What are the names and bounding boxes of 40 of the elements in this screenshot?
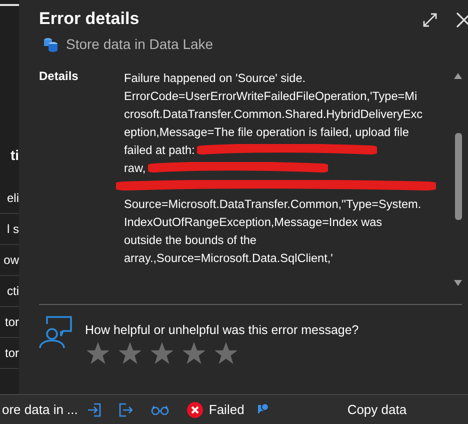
star[interactable]	[213, 341, 239, 365]
star[interactable]	[85, 341, 111, 365]
dialog-subtitle: Store data in Data Lake	[66, 36, 214, 52]
list-item-text: eli	[6, 190, 19, 207]
error-text-line: IndexOutOfRangeException,Message=Index was	[124, 214, 382, 231]
error-text-line: Source=Microsoft.DataTransfer.Common,''Type=System.	[124, 196, 422, 213]
status-text: Failed	[208, 402, 244, 418]
feedback-question: How helpful or unhelpful was this error message?	[85, 323, 359, 337]
scroll-down-icon[interactable]	[454, 280, 462, 286]
details-label: Details	[39, 69, 80, 85]
error-text-line: raw,	[124, 160, 146, 177]
output-icon[interactable]	[118, 402, 133, 417]
close-icon[interactable]	[456, 12, 468, 28]
error-text-line: array.,Source=Microsoft.Data.SqlClient,'	[124, 250, 333, 267]
error-text-line: eption,Message=The file operation is failed, upload file	[124, 124, 409, 141]
feedback-person-icon	[39, 315, 73, 349]
list-item-text: ti	[10, 147, 19, 165]
database-icon	[43, 36, 58, 52]
activity-name: ore data in ...	[2, 402, 78, 418]
list-item-text: cti	[7, 283, 19, 300]
error-text-line: crosoft.DataTransfer.Common.Shared.HybridDeliveryExc	[124, 106, 423, 123]
error-text-line: Failure happened on 'Source' side.	[124, 70, 306, 87]
glasses-icon[interactable]	[150, 404, 169, 415]
expand-icon[interactable]	[422, 12, 438, 28]
error-icon	[186, 402, 203, 418]
error-text-line: outside the bounds of the	[124, 232, 256, 249]
star[interactable]	[117, 341, 143, 365]
star[interactable]	[149, 341, 175, 365]
list-item-text: tor	[4, 345, 19, 362]
error-text-line: ErrorCode=UserErrorWriteFailedFileOperation,'Type=Mi	[124, 88, 418, 105]
scroll-up-icon[interactable]	[454, 73, 462, 79]
activity-type: Copy data	[347, 402, 407, 418]
list-item-text: l s	[7, 221, 19, 238]
error-text-line: failed at path:	[124, 142, 195, 159]
chat-bubble-icon[interactable]	[256, 403, 270, 416]
input-icon[interactable]	[86, 402, 101, 417]
list-item-text: tor	[4, 314, 19, 331]
dialog-title: Error details	[39, 9, 140, 29]
star[interactable]	[181, 341, 207, 365]
list-item-text: ow	[4, 252, 19, 269]
